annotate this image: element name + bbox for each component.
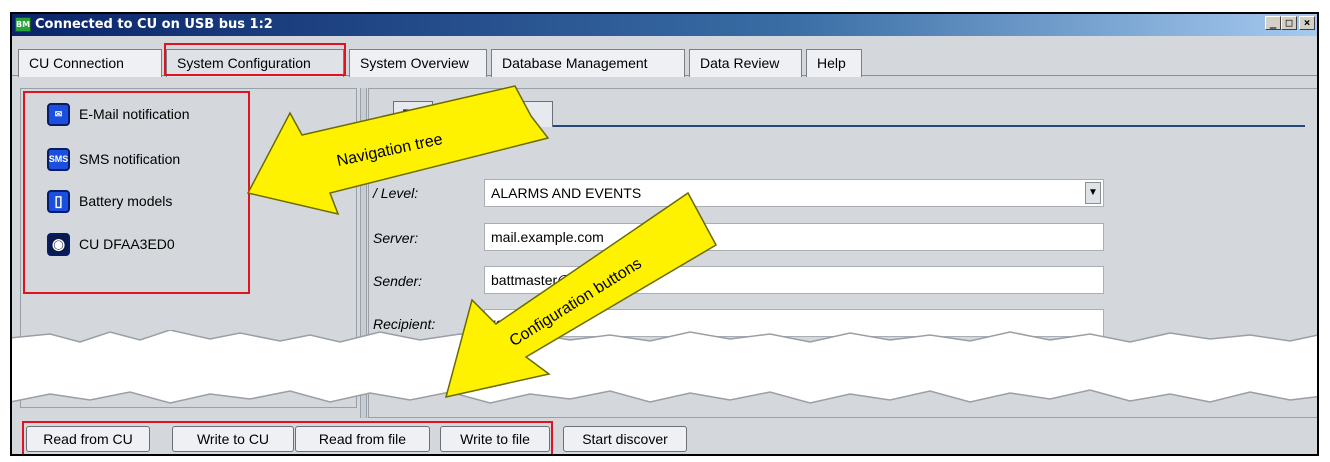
sender-label: Sender: [373,273,423,289]
tree-item-cu[interactable]: ◉ CU DFAA3ED0 [47,229,175,259]
start-discover-button[interactable]: Start discover [563,426,687,452]
tab-system-overview[interactable]: System Overview [349,49,487,77]
battery-icon: ▯ [47,189,70,213]
read-from-file-button[interactable]: Read from file [295,426,430,452]
tab-database-management[interactable]: Database Management [491,49,685,77]
tree-item-label: E-Mail notification [79,106,190,122]
minimize-button[interactable]: _ [1265,16,1281,30]
write-to-cu-button[interactable]: Write to CU [172,426,294,452]
server-input[interactable]: mail.example.com [484,223,1104,251]
chevron-down-icon[interactable]: ▼ [1085,182,1101,204]
sms-icon: SMS [47,147,70,171]
tree-item-label: CU DFAA3ED0 [79,236,175,252]
tree-item-label: Battery models [79,193,173,209]
tree-item-label: SMS notification [79,151,181,167]
sender-input[interactable]: battmaster@ [484,266,1104,294]
server-label: Server: [373,230,419,246]
envelope-icon: ✉ [47,102,70,126]
tab-cu-connection[interactable]: CU Connection [18,49,162,77]
main-tab-bar: CU Connection System Configuration Syste… [12,36,1317,77]
tab-help[interactable]: Help [806,49,862,77]
level-select-value: ALARMS AND EVENTS [491,185,642,201]
level-select[interactable]: ALARMS AND EVENTS ▼ [484,179,1104,207]
tab-system-configuration[interactable]: System Configuration [166,49,344,77]
window-controls: _ □ × [1265,16,1315,30]
level-label: / Level: [373,185,419,201]
tree-item-sms[interactable]: SMS SMS notification [47,144,180,174]
cu-device-icon: ◉ [47,232,70,256]
torn-paper-cut [12,330,1317,404]
tree-item-email[interactable]: ✉ E-Mail notification [47,99,190,129]
close-button[interactable]: × [1299,16,1315,30]
tree-item-battery-models[interactable]: ▯ Battery models [47,186,172,216]
title-bar[interactable]: BM Connected to CU on USB bus 1:2 _ □ × [12,14,1317,36]
configuration-button-bar: Read from CU Write to CU Read from file … [12,418,1317,454]
inner-tab-second[interactable]: l 2 [487,101,553,127]
window-title: Connected to CU on USB bus 1:2 [35,17,273,32]
inner-tab-first[interactable]: E [393,101,433,127]
read-from-cu-button[interactable]: Read from CU [26,426,150,452]
inner-tab-bar: E l 2 [375,93,1305,127]
app-logo-icon: BM [15,17,31,32]
maximize-button[interactable]: □ [1281,16,1297,30]
app-window: BM Connected to CU on USB bus 1:2 _ □ × … [10,12,1319,456]
write-to-file-button[interactable]: Write to file [440,426,550,452]
tab-data-review[interactable]: Data Review [689,49,802,77]
